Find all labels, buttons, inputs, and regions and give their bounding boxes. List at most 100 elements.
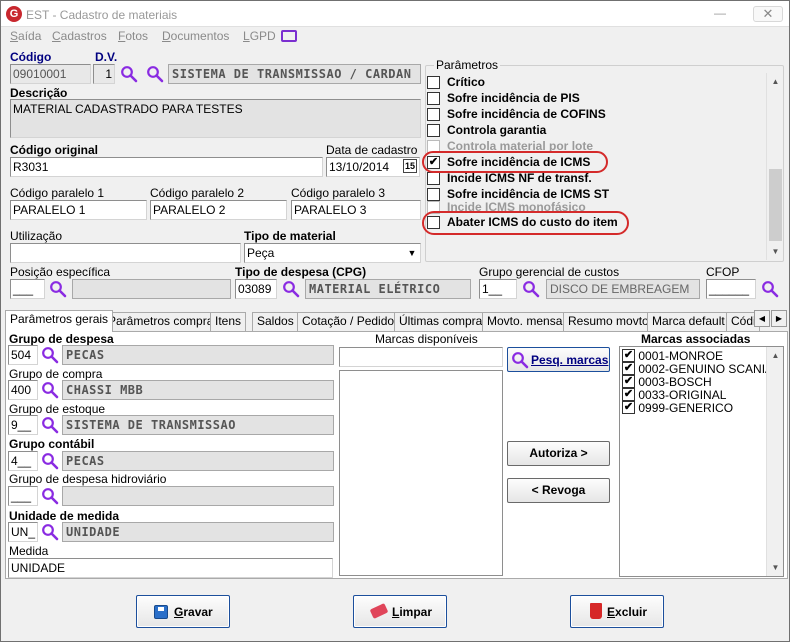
tab-cotacao-pedido[interactable]: Cotação / Pedido <box>297 312 400 331</box>
tab-scroll-left-icon[interactable]: ◀ <box>754 310 770 327</box>
cfop-input[interactable]: ______ <box>706 279 756 299</box>
marcas-disponiveis-label: Marcas disponíveis <box>375 332 478 346</box>
tab-ultimas-compras[interactable]: Últimas compras <box>394 312 494 331</box>
chevron-down-icon[interactable]: ▼ <box>404 244 420 262</box>
codigo-input[interactable]: 09010001 <box>10 64 91 84</box>
menu-fotos[interactable]: Fotos <box>118 29 148 43</box>
checkbox[interactable] <box>427 76 440 89</box>
unidade-medida-desc: UNIDADE <box>62 522 334 542</box>
monitor-icon[interactable] <box>281 30 297 42</box>
utilizacao-input[interactable] <box>10 243 241 263</box>
search-icon[interactable] <box>120 65 138 83</box>
grupo-compra-desc: CHASSI MBB <box>62 380 334 400</box>
search-icon[interactable] <box>41 381 59 399</box>
gravar-button[interactable]: Gravar <box>136 595 230 628</box>
grupo-despesa-code[interactable]: 504 <box>8 345 38 365</box>
excluir-button[interactable]: Excluir <box>570 595 664 628</box>
codigo-paralelo-3-input[interactable]: PARALELO 3 <box>291 200 421 220</box>
param-label: Sofre incidência de PIS <box>447 91 580 105</box>
search-icon[interactable] <box>41 487 59 505</box>
dv-input[interactable]: 1 <box>93 64 115 84</box>
revoga-button[interactable]: < Revoga <box>507 478 610 503</box>
checkbox-checked-icon[interactable]: ✔ <box>622 362 635 376</box>
menu-documentos[interactable]: Documentos <box>162 29 229 43</box>
checkbox[interactable] <box>427 188 440 201</box>
checkbox-checked-icon[interactable]: ✔ <box>622 388 635 402</box>
menu-lgpd[interactable]: LGPD <box>243 29 276 43</box>
codigo-original-label: Código original <box>10 143 98 157</box>
grupo-contabil-desc: PECAS <box>62 451 334 471</box>
search-icon[interactable] <box>41 346 59 364</box>
close-button[interactable]: ✕ <box>753 6 783 22</box>
grupo-contabil-code[interactable]: 4__ <box>8 451 38 471</box>
menu-cadastros[interactable]: Cadastros <box>52 29 107 43</box>
tab-movto-mensal[interactable]: Movto. mensal <box>482 312 571 331</box>
grupo-despesa-hidro-desc <box>62 486 334 506</box>
grupo-gerencial-code[interactable]: 1__ <box>479 279 517 299</box>
autoriza-button[interactable]: Autoriza > <box>507 441 610 466</box>
checkbox[interactable] <box>427 108 440 121</box>
scroll-down-icon[interactable]: ▼ <box>767 243 784 260</box>
search-icon[interactable] <box>49 280 67 298</box>
tab-parametros-gerais[interactable]: Parâmetros gerais <box>5 310 114 332</box>
grupo-estoque-label: Grupo de estoque <box>9 402 106 416</box>
pesq-marcas-button[interactable]: Pesq. marcas <box>507 347 610 372</box>
data-cadastro-value: 13/10/2014 <box>329 160 390 174</box>
search-icon[interactable] <box>41 523 59 541</box>
search-icon[interactable] <box>146 65 164 83</box>
marcas-associadas-list[interactable]: ✔ 0001-MONROE ✔ 0002-GENUINO SCANIA ✔ 00… <box>619 346 784 577</box>
search-icon[interactable] <box>41 452 59 470</box>
tipo-material-value: Peça <box>247 246 275 260</box>
menu-bar: Saída Cadastros Fotos Documentos LGPD <box>1 27 789 47</box>
calendar-icon[interactable]: 15 <box>403 159 417 173</box>
marcas-disponiveis-list[interactable] <box>339 370 503 576</box>
marcas-scrollbar[interactable]: ▲ ▼ <box>766 347 783 576</box>
parametros-scrollbar[interactable]: ▲ ▼ <box>766 73 783 260</box>
tipo-material-select[interactable]: Peça ▼ <box>244 243 421 263</box>
tab-strip: Parâmetros gerais Parâmetros compras Ite… <box>5 310 789 332</box>
tab-saldos[interactable]: Saldos <box>252 312 299 331</box>
scroll-thumb[interactable] <box>769 169 782 241</box>
list-item[interactable]: ✔ 0999-GENERICO <box>622 401 733 415</box>
data-cadastro-input[interactable]: 13/10/2014 15 <box>326 157 420 177</box>
codigo-paralelo-2-input[interactable]: PARALELO 2 <box>150 200 287 220</box>
descricao-label: Descrição <box>10 86 68 100</box>
tipo-despesa-code[interactable]: 03089 <box>235 279 277 299</box>
checkbox-checked-icon[interactable]: ✔ <box>622 401 635 415</box>
checkbox-checked-icon[interactable]: ✔ <box>622 375 635 389</box>
checkbox[interactable] <box>427 92 440 105</box>
menu-saida[interactable]: Saída <box>10 29 41 43</box>
gravar-label: Gravar <box>174 605 213 619</box>
tab-resumo-movto[interactable]: Resumo movto. <box>563 312 658 331</box>
grupo-compra-code[interactable]: 400 <box>8 380 38 400</box>
minimize-button[interactable]: — <box>708 6 732 22</box>
checkbox[interactable] <box>427 172 440 185</box>
marcas-filter-input[interactable] <box>339 347 503 367</box>
checkbox-checked-icon[interactable]: ✔ <box>622 349 635 363</box>
search-icon[interactable] <box>522 280 540 298</box>
grupo-despesa-desc: PECAS <box>62 345 334 365</box>
scroll-up-icon[interactable]: ▲ <box>767 347 784 364</box>
codigo-paralelo-1-input[interactable]: PARALELO 1 <box>10 200 147 220</box>
search-icon[interactable] <box>282 280 300 298</box>
grupo-despesa-hidro-code[interactable]: ___ <box>8 486 38 506</box>
scroll-down-icon[interactable]: ▼ <box>767 559 784 576</box>
limpar-button[interactable]: Limpar <box>353 595 447 628</box>
scroll-up-icon[interactable]: ▲ <box>767 73 784 90</box>
checkbox[interactable] <box>427 124 440 137</box>
posicao-especifica-input[interactable]: ___ <box>10 279 45 299</box>
tab-itens[interactable]: Itens <box>210 312 247 331</box>
codigo-paralelo-1-label: Código paralelo 1 <box>10 186 105 200</box>
data-cadastro-label: Data de cadastro <box>326 143 418 157</box>
unidade-medida-code[interactable]: UN_ <box>8 522 38 542</box>
medida-input[interactable]: UNIDADE <box>8 558 333 578</box>
codigo-original-input[interactable]: R3031 <box>10 157 323 177</box>
descricao-textarea[interactable]: MATERIAL CADASTRADO PARA TESTES <box>10 99 421 138</box>
tab-parametros-compras[interactable]: Parâmetros compras <box>103 312 225 331</box>
search-icon[interactable] <box>761 280 779 298</box>
tab-marca-default[interactable]: Marca default <box>647 312 730 331</box>
window-title: EST - Cadastro de materiais <box>26 8 178 22</box>
search-icon[interactable] <box>41 416 59 434</box>
grupo-estoque-code[interactable]: 9__ <box>8 415 38 435</box>
tab-scroll-right-icon[interactable]: ▶ <box>771 310 787 327</box>
